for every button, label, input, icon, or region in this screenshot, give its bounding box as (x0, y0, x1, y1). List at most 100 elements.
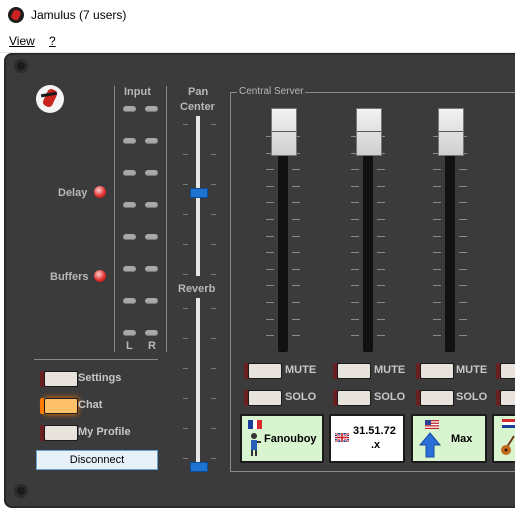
fader-tick-mark (292, 252, 300, 254)
channel-tag-ch1[interactable]: Fanouboy (240, 414, 324, 463)
fader-tick-mark (351, 219, 359, 220)
disconnect-button[interactable]: Disconnect (36, 450, 158, 470)
channel-fader-track[interactable] (445, 130, 455, 352)
menu-help[interactable]: ? (49, 34, 56, 48)
reverb-slider-handle[interactable] (190, 462, 208, 472)
solo-button-ch4[interactable] (500, 390, 515, 406)
meter-left-label: L (126, 340, 133, 352)
mute-button-ch4[interactable] (500, 363, 515, 379)
fader-tick-mark (292, 169, 300, 171)
fader-tick-mark (292, 302, 300, 303)
fader-tick-mark (459, 285, 467, 287)
reverb-slider-track[interactable] (196, 298, 200, 468)
chat-button[interactable] (44, 398, 78, 414)
fader-tick-mark (266, 302, 274, 303)
mute-label-ch3: MUTE (456, 364, 488, 376)
meter-led-left (123, 330, 136, 336)
fader-tick-mark (377, 268, 385, 270)
fader-tick-mark (292, 285, 300, 287)
fader-tick-mark (266, 185, 274, 187)
fader-tick-mark (351, 185, 359, 187)
mute-label-ch2: MUTE (374, 364, 406, 376)
fader-tick-mark (433, 285, 441, 287)
delay-label: Delay (58, 187, 88, 199)
channel-tag-ch2[interactable]: 31.51.72 .x (329, 414, 405, 463)
pan-tick-mark (211, 124, 216, 125)
fader-tick-mark (292, 268, 300, 270)
channel-fader-handle[interactable] (438, 108, 464, 156)
settings-label: Settings (78, 372, 122, 384)
delay-status-light (94, 186, 106, 198)
meter-led-right (145, 138, 158, 144)
meter-led-right (145, 170, 158, 176)
meter-led-left (123, 138, 136, 144)
reverb-tick-mark (183, 368, 188, 369)
screw-icon (14, 484, 28, 498)
mute-button-ch3[interactable] (420, 363, 454, 379)
channel-fader-track[interactable] (363, 130, 373, 352)
channel-fader-handle[interactable] (271, 108, 297, 156)
menu-bar: View ? (0, 31, 515, 53)
fader-tick-mark (459, 318, 467, 320)
fader-tick-mark (433, 235, 441, 237)
fader-tick-mark (377, 185, 385, 187)
channel-name-ch3: Max (451, 433, 473, 445)
pan-tick-mark (183, 274, 188, 275)
guitar-icon (501, 435, 515, 455)
meter-led-right (145, 330, 158, 336)
channel-tag-ch3[interactable]: Max (411, 414, 487, 463)
fader-tick-mark (459, 268, 467, 270)
window-title: Jamulus (7 users) (31, 8, 127, 22)
reverb-tick-mark (183, 308, 188, 309)
mute-button-ch1[interactable] (248, 363, 282, 379)
fader-tick-mark (433, 268, 441, 270)
usa-flag-icon (425, 420, 439, 429)
solo-button-ch2[interactable] (337, 390, 371, 406)
fader-tick-mark (433, 202, 441, 204)
pan-value-label: Center (180, 101, 215, 113)
title-bar: Jamulus (7 users) (0, 0, 515, 31)
meter-led-left (123, 202, 136, 208)
fader-tick-mark (377, 318, 385, 320)
screw-icon (14, 59, 28, 73)
solo-button-ch3[interactable] (420, 390, 454, 406)
fader-tick-mark (351, 169, 359, 171)
channel-fader-handle[interactable] (356, 108, 382, 156)
fader-tick-mark (459, 235, 467, 237)
fader-tick-mark (351, 302, 359, 303)
reverb-tick-mark (211, 308, 216, 309)
reverb-tick-mark (183, 458, 188, 459)
france-flag-icon (248, 420, 262, 429)
fader-tick-mark (433, 252, 441, 254)
meter-right-label: R (148, 340, 156, 352)
fader-tick-mark (433, 318, 441, 320)
solo-button-ch1[interactable] (248, 390, 282, 406)
meter-divider-right (166, 86, 167, 352)
pan-slider-handle[interactable] (190, 188, 208, 198)
fader-tick-mark (459, 169, 467, 171)
channel-fader-track[interactable] (278, 130, 288, 352)
pan-tick-mark (183, 214, 188, 215)
separator-line (34, 359, 158, 360)
my-profile-button[interactable] (44, 425, 78, 441)
fader-tick-mark (292, 219, 300, 220)
mute-button-ch2[interactable] (337, 363, 371, 379)
fader-tick-mark (377, 169, 385, 171)
channel-tag-ch4[interactable] (492, 414, 515, 463)
fader-tick-mark (377, 202, 385, 204)
reverb-tick-mark (211, 458, 216, 459)
meter-led-right (145, 202, 158, 208)
menu-view[interactable]: View (9, 34, 35, 48)
fader-tick-mark (292, 318, 300, 320)
meter-led-left (123, 266, 136, 272)
fader-tick-mark (292, 185, 300, 187)
mute-label-ch1: MUTE (285, 364, 317, 376)
singer-icon (251, 433, 261, 456)
fader-tick-mark (377, 285, 385, 287)
meter-led-left (123, 298, 136, 304)
fader-tick-mark (351, 252, 359, 254)
settings-button[interactable] (44, 371, 78, 387)
fader-tick-mark (433, 185, 441, 187)
buffers-status-light (94, 270, 106, 282)
channel-name-ch2-line2: .x (371, 439, 381, 451)
